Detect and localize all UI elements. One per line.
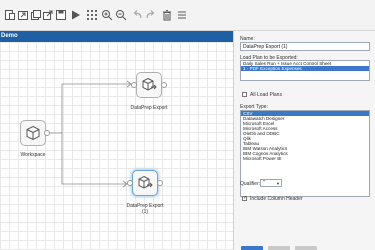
export-cube-icon bbox=[142, 77, 157, 91]
cancel-button[interactable] bbox=[268, 246, 290, 250]
undo-icon[interactable] bbox=[131, 9, 143, 21]
output-port[interactable] bbox=[161, 82, 167, 88]
zoom-in-icon[interactable] bbox=[101, 9, 113, 21]
toolbar bbox=[0, 0, 375, 31]
load-plan-item[interactable]: 1 - PDF Exception Expenses bbox=[241, 66, 369, 71]
open-icon[interactable] bbox=[17, 9, 29, 21]
output-port[interactable] bbox=[44, 130, 50, 136]
dataprep-export-1-node[interactable] bbox=[132, 170, 158, 196]
grid-icon[interactable] bbox=[86, 9, 98, 21]
output-port[interactable] bbox=[157, 180, 163, 186]
run-icon[interactable] bbox=[70, 9, 82, 21]
all-load-plans-checkbox[interactable] bbox=[242, 92, 247, 97]
redo-icon[interactable] bbox=[145, 9, 157, 21]
workspace-label: Workspace bbox=[20, 152, 46, 158]
dataprep-export-1-label-suffix: (1) bbox=[141, 209, 149, 215]
export-type-item[interactable]: Microsoft Power BI bbox=[241, 156, 369, 161]
list-icon[interactable] bbox=[176, 9, 188, 21]
load-plan-list[interactable]: Daily Sales Run + Issue Acct Control She… bbox=[240, 60, 370, 81]
qualifier-select[interactable]: " ▼ bbox=[260, 179, 282, 187]
workflow-canvas[interactable]: Workspace DataPrep Export DataPrep Expor… bbox=[0, 42, 233, 250]
all-load-plans-label: All Load Plans bbox=[250, 92, 282, 98]
dataprep-export-label: DataPrep Export bbox=[130, 105, 168, 111]
export-cube-icon bbox=[138, 175, 153, 189]
delete-icon[interactable] bbox=[161, 9, 173, 21]
export-icon[interactable] bbox=[42, 9, 54, 21]
name-field[interactable]: DataPrep Export (1) bbox=[240, 42, 370, 51]
qualifier-label: Qualifier: bbox=[240, 181, 261, 187]
help-button[interactable] bbox=[295, 246, 317, 250]
cube-icon bbox=[26, 125, 40, 141]
connector-export bbox=[47, 83, 130, 134]
workspace-node[interactable] bbox=[20, 120, 46, 146]
connectors bbox=[47, 80, 132, 188]
zoom-out-icon[interactable] bbox=[115, 9, 127, 21]
save-icon[interactable] bbox=[55, 9, 67, 21]
new-icon[interactable] bbox=[4, 9, 16, 21]
workflow-title: Demo bbox=[1, 33, 18, 39]
input-port[interactable] bbox=[127, 180, 133, 186]
input-port[interactable] bbox=[131, 82, 137, 88]
connector-export-1 bbox=[61, 133, 126, 185]
include-header-label: Include Column Header bbox=[250, 196, 303, 202]
copy-icon[interactable] bbox=[30, 9, 42, 21]
qualifier-value: " bbox=[263, 180, 265, 186]
title-bar: Demo bbox=[0, 31, 233, 42]
properties-panel: Name: DataPrep Export (1) Load Plan to b… bbox=[233, 31, 375, 250]
chevron-down-icon: ▼ bbox=[276, 181, 280, 186]
dataprep-export-node[interactable] bbox=[136, 72, 162, 98]
ok-button[interactable] bbox=[241, 246, 263, 250]
include-header-checkbox[interactable] bbox=[242, 195, 247, 201]
